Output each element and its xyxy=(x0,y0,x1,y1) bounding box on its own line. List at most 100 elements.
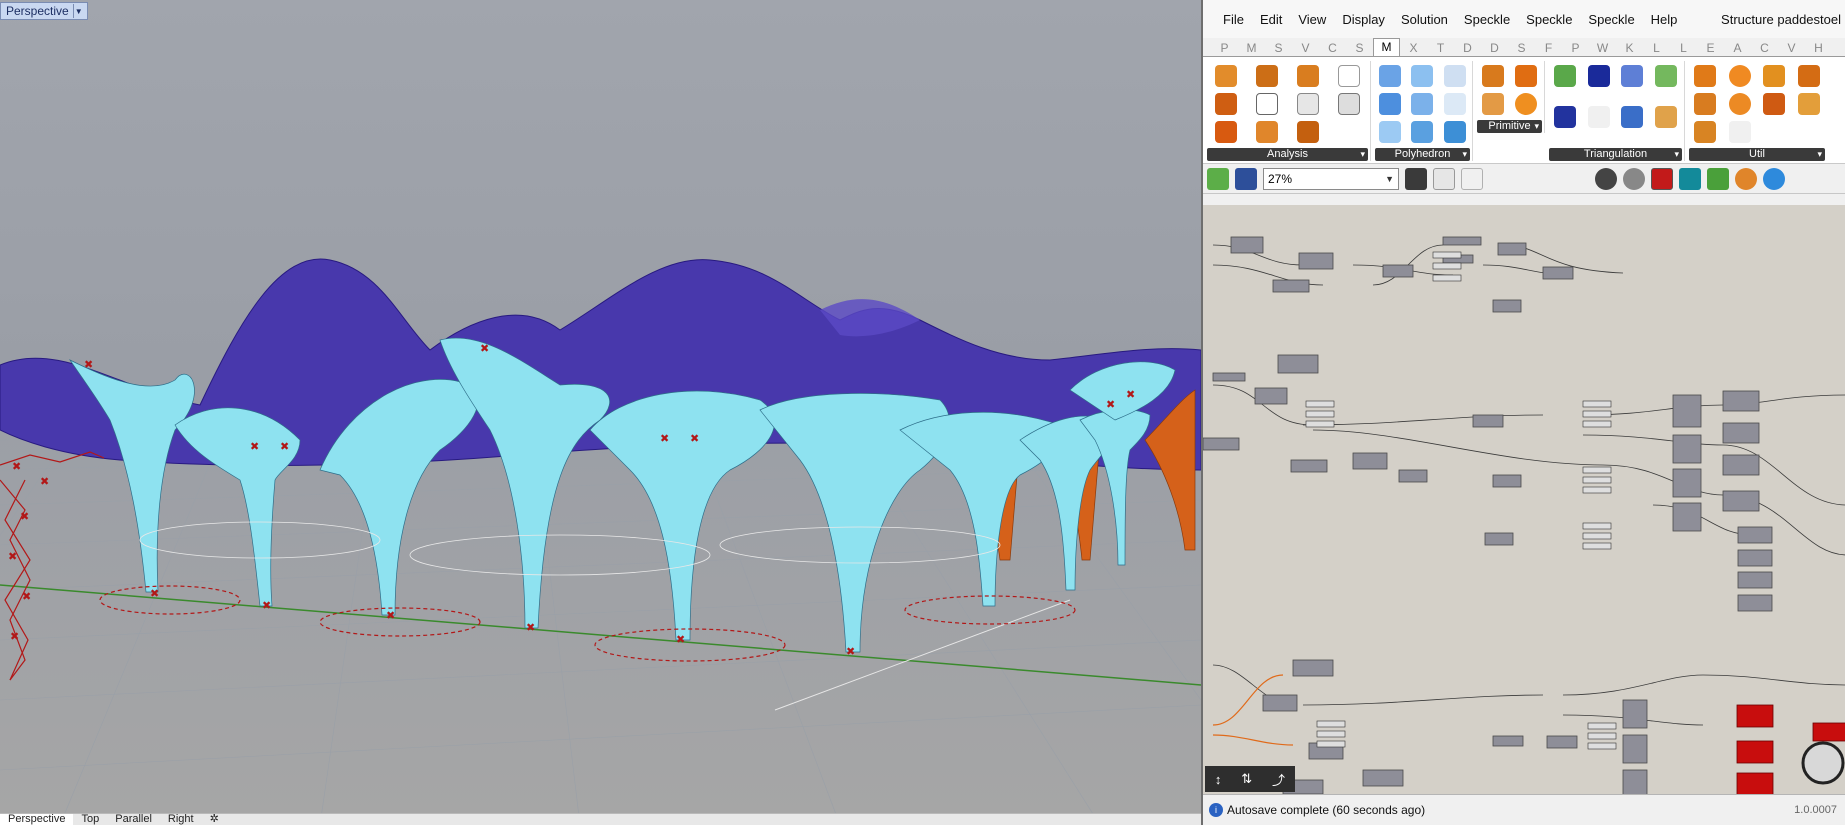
polyhedron-icon[interactable] xyxy=(1411,93,1434,115)
tool-icon[interactable] xyxy=(1337,65,1360,87)
sketch-icon[interactable] xyxy=(1461,167,1483,190)
group-analysis-label[interactable]: Analysis ▾ xyxy=(1207,148,1368,161)
tab-p[interactable]: P xyxy=(1211,40,1238,56)
tab-f[interactable]: F xyxy=(1535,40,1562,56)
tab-w[interactable]: W xyxy=(1589,40,1616,56)
polyhedron-icon[interactable] xyxy=(1411,121,1434,143)
tab-a[interactable]: A xyxy=(1724,40,1751,56)
tab-x[interactable]: X xyxy=(1400,40,1427,56)
tab-v[interactable]: V xyxy=(1292,40,1319,56)
tab-e[interactable]: E xyxy=(1697,40,1724,56)
tab-s3[interactable]: S xyxy=(1508,40,1535,56)
preview-eye-icon[interactable] xyxy=(1433,167,1455,190)
expand-icon[interactable]: ▾ xyxy=(1360,148,1365,161)
tab-p2[interactable]: P xyxy=(1562,40,1589,56)
tab-k[interactable]: K xyxy=(1616,40,1643,56)
group-primitive-label[interactable]: Primitive ▾ xyxy=(1477,120,1542,133)
util-icon[interactable] xyxy=(1763,93,1786,115)
util-icon[interactable] xyxy=(1728,121,1751,143)
viewport-tab-right[interactable]: Right xyxy=(160,814,202,825)
viewport-title-label[interactable]: Perspective xyxy=(6,4,69,18)
grasshopper-canvas[interactable]: ↕ ⇅ ⤴ xyxy=(1203,205,1845,794)
material-preview-icon[interactable] xyxy=(1735,167,1757,190)
tab-m-active[interactable]: M xyxy=(1373,38,1400,56)
viewport-tab-add[interactable]: ✲ xyxy=(202,814,227,825)
zoom-extents-icon[interactable] xyxy=(1405,167,1427,190)
caret-down-icon[interactable]: ▼ xyxy=(72,4,84,18)
tab-v2[interactable]: V xyxy=(1778,40,1805,56)
menu-speckle-2[interactable]: Speckle xyxy=(1518,12,1580,27)
expand-icon[interactable]: ▾ xyxy=(1674,148,1679,161)
tool-icon[interactable] xyxy=(1337,93,1360,115)
expand-icon[interactable]: ▾ xyxy=(1817,148,1822,161)
triangulation-icon[interactable] xyxy=(1655,65,1678,87)
tab-m[interactable]: M xyxy=(1238,40,1265,56)
triangulation-icon[interactable] xyxy=(1553,65,1576,87)
polyhedron-icon[interactable] xyxy=(1411,65,1434,87)
util-icon[interactable] xyxy=(1728,65,1751,87)
filter-icon[interactable]: ⇅ xyxy=(1241,771,1252,787)
document-preview-icon[interactable] xyxy=(1707,167,1729,190)
viewport-tab-perspective[interactable]: Perspective xyxy=(0,814,74,825)
tab-s2[interactable]: S xyxy=(1346,40,1373,56)
viewport-tab-parallel[interactable]: Parallel xyxy=(107,814,160,825)
triangulation-icon[interactable] xyxy=(1587,65,1610,87)
save-file-icon[interactable] xyxy=(1235,167,1257,190)
menu-view[interactable]: View xyxy=(1290,12,1334,27)
tab-t[interactable]: T xyxy=(1427,40,1454,56)
viewport-title[interactable]: Perspective ▼ xyxy=(0,2,88,20)
triangulation-icon[interactable] xyxy=(1621,65,1644,87)
selected-preview-icon[interactable] xyxy=(1651,167,1673,190)
viewport-tab-top[interactable]: Top xyxy=(73,814,107,825)
menu-solution[interactable]: Solution xyxy=(1393,12,1456,27)
wire-icon[interactable]: ⤴ xyxy=(1272,770,1285,789)
sphere-preview-icon[interactable] xyxy=(1763,167,1785,190)
polyhedron-icon[interactable] xyxy=(1443,93,1466,115)
polyhedron-icon[interactable] xyxy=(1379,121,1402,143)
polyhedron-icon[interactable] xyxy=(1443,65,1466,87)
tool-icon[interactable] xyxy=(1296,121,1319,143)
group-triangulation-label[interactable]: Triangulation ▾ xyxy=(1549,148,1682,161)
tool-icon[interactable] xyxy=(1256,93,1279,115)
menu-file[interactable]: File xyxy=(1215,12,1252,27)
tool-icon[interactable] xyxy=(1256,65,1279,87)
tool-icon[interactable] xyxy=(1215,93,1238,115)
triangulation-icon[interactable] xyxy=(1553,106,1576,128)
triangulation-icon[interactable] xyxy=(1621,106,1644,128)
tab-d2[interactable]: D xyxy=(1481,40,1508,56)
tool-icon[interactable] xyxy=(1215,65,1238,87)
menu-edit[interactable]: Edit xyxy=(1252,12,1290,27)
shaded-preview-icon[interactable] xyxy=(1623,167,1645,190)
polyhedron-icon[interactable] xyxy=(1379,65,1402,87)
tool-icon[interactable] xyxy=(1296,65,1319,87)
util-icon[interactable] xyxy=(1797,65,1820,87)
tab-c[interactable]: C xyxy=(1319,40,1346,56)
polyhedron-icon[interactable] xyxy=(1443,121,1466,143)
primitive-icon[interactable] xyxy=(1481,65,1504,87)
tab-h[interactable]: H xyxy=(1805,40,1832,56)
primitive-icon[interactable] xyxy=(1515,93,1538,115)
util-icon[interactable] xyxy=(1694,121,1717,143)
util-icon[interactable] xyxy=(1797,93,1820,115)
group-polyhedron-label[interactable]: Polyhedron ▾ xyxy=(1375,148,1470,161)
util-icon[interactable] xyxy=(1694,93,1717,115)
expand-icon[interactable]: ▾ xyxy=(1462,148,1467,161)
tool-icon[interactable] xyxy=(1296,93,1319,115)
wireframe-preview-icon[interactable] xyxy=(1595,167,1617,190)
triangulation-icon[interactable] xyxy=(1587,106,1610,128)
open-file-icon[interactable] xyxy=(1207,167,1229,190)
menu-speckle-1[interactable]: Speckle xyxy=(1456,12,1518,27)
polyhedron-icon[interactable] xyxy=(1379,93,1402,115)
primitive-icon[interactable] xyxy=(1515,65,1538,87)
util-icon[interactable] xyxy=(1763,65,1786,87)
tool-icon[interactable] xyxy=(1256,121,1279,143)
tool-icon[interactable] xyxy=(1215,121,1238,143)
group-util-label[interactable]: Util ▾ xyxy=(1689,148,1825,161)
tab-d[interactable]: D xyxy=(1454,40,1481,56)
tab-l2[interactable]: L xyxy=(1670,40,1697,56)
rhino-viewport[interactable]: ✖ ✖ ✖ ✖ ✖ ✖ ✖ ✖ ✖ ✖ ✖ ✖ ✖ ✖ ✖ ✖ ✖ ✖ ✖ ✖ Perspective ▼… xyxy=(0,0,1201,825)
chevron-down-icon[interactable]: ▼ xyxy=(1385,174,1394,184)
mesh-preview-icon[interactable] xyxy=(1679,167,1701,190)
menu-help[interactable]: Help xyxy=(1643,12,1686,27)
zoom-select[interactable]: 27% ▼ xyxy=(1263,167,1399,190)
